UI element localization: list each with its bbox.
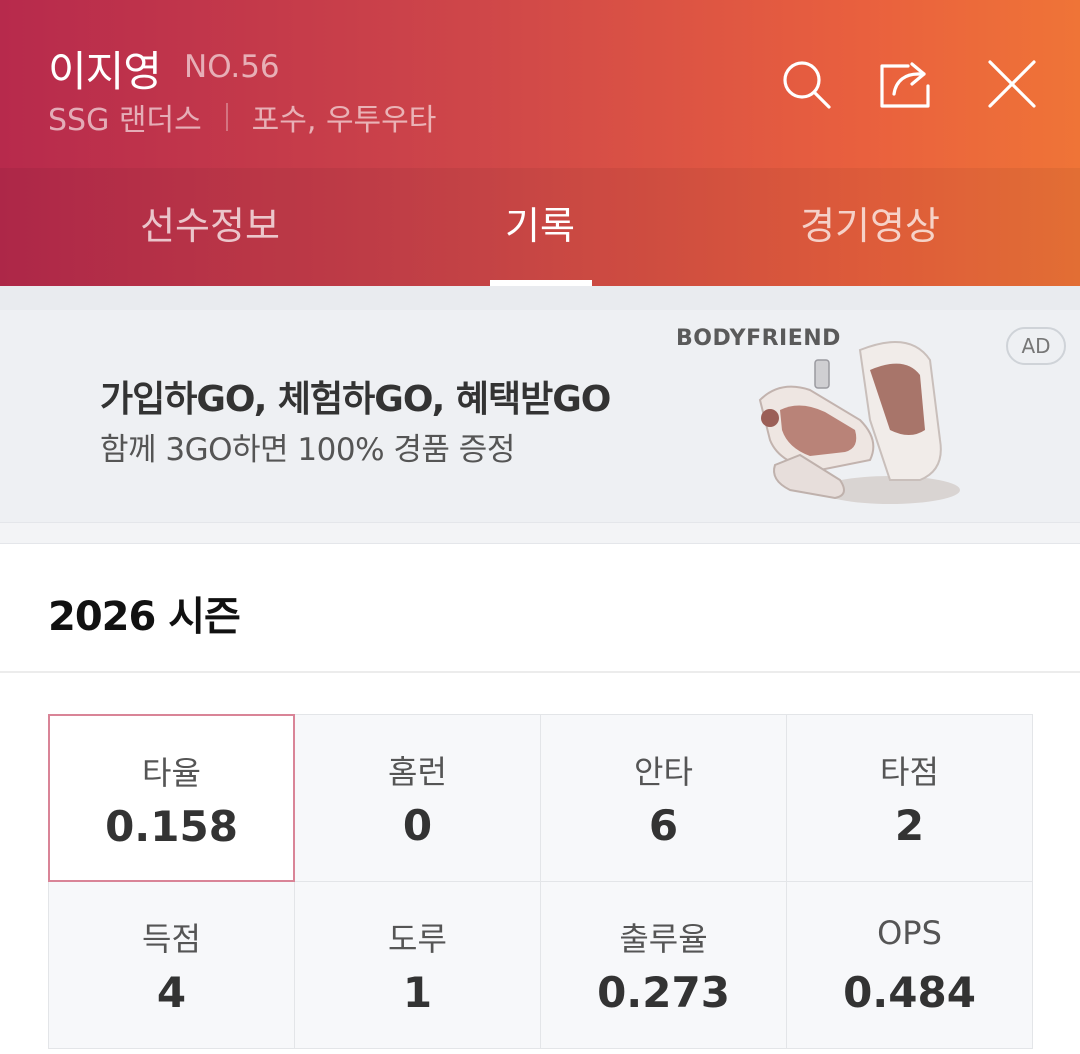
search-icon[interactable] (778, 56, 834, 112)
header-top: 이지영 NO.56 SSG 랜더스 포수, 우투우타 (0, 0, 1080, 168)
ad-headline: 가입하GO, 체험하GO, 혜택받GO (100, 379, 611, 420)
ad-subline: 함께 3GO하면 100% 경품 증정 (100, 432, 515, 468)
section-gap (0, 286, 1080, 310)
close-icon[interactable] (984, 56, 1040, 112)
stat-label: 홈런 (388, 753, 447, 791)
stat-cell-stolen-bases[interactable]: 도루 1 (294, 881, 541, 1049)
stat-cell-ops[interactable]: OPS 0.484 (786, 881, 1033, 1049)
massage-chair-image (758, 341, 960, 504)
season-title: 2026 시즌 (48, 594, 241, 640)
stat-label: 출루율 (619, 920, 708, 958)
stat-label: 득점 (142, 920, 201, 958)
stat-value: 2 (894, 801, 925, 850)
stat-value: 0.158 (105, 802, 238, 851)
player-name: 이지영 (48, 47, 162, 96)
tab-game-videos[interactable]: 경기영상 (690, 168, 1050, 286)
tab-player-info[interactable]: 선수정보 (30, 168, 390, 286)
stat-cell-obp[interactable]: 출루율 0.273 (540, 881, 787, 1049)
stat-value: 6 (648, 801, 679, 850)
stat-cell-hits[interactable]: 안타 6 (540, 714, 787, 882)
stat-label: OPS (877, 914, 942, 952)
stat-label: 타점 (880, 753, 939, 791)
tab-records[interactable]: 기록 (360, 168, 720, 286)
stat-value: 0 (402, 801, 433, 850)
player-header: 이지영 NO.56 SSG 랜더스 포수, 우투우타 선수정보 기록 경기영상 (0, 0, 1080, 286)
stat-cell-home-runs[interactable]: 홈런 0 (294, 714, 541, 882)
stat-value: 4 (156, 968, 187, 1017)
stat-value: 0.484 (843, 968, 976, 1017)
stat-label: 안타 (634, 753, 693, 791)
stat-label: 타율 (142, 754, 201, 792)
stat-cell-batting-avg[interactable]: 타율 0.158 (48, 714, 295, 882)
ad-badge: AD (1006, 327, 1066, 365)
stat-value: 0.273 (597, 968, 730, 1017)
share-icon[interactable] (878, 56, 934, 112)
ad-divider (0, 522, 1080, 544)
subtitle-divider (225, 103, 228, 131)
tab-bar: 선수정보 기록 경기영상 (0, 168, 1080, 286)
player-subtitle: SSG 랜더스 포수, 우투우타 (48, 95, 436, 139)
stats-grid: 타율 0.158 홈런 0 안타 6 타점 2 득점 4 도루 1 출루율 0.… (48, 714, 1034, 1050)
stat-cell-rbi[interactable]: 타점 2 (786, 714, 1033, 882)
stat-cell-runs[interactable]: 득점 4 (48, 881, 295, 1049)
ad-banner[interactable]: 가입하GO, 체험하GO, 혜택받GO 함께 3GO하면 100% 경품 증정 … (0, 310, 1080, 522)
stat-label: 도루 (388, 920, 447, 958)
stat-value: 1 (402, 968, 433, 1017)
player-position: 포수, 우투우타 (251, 103, 437, 138)
season-divider (0, 671, 1080, 673)
team-name: SSG 랜더스 (48, 103, 202, 138)
player-number: NO.56 (184, 49, 280, 85)
